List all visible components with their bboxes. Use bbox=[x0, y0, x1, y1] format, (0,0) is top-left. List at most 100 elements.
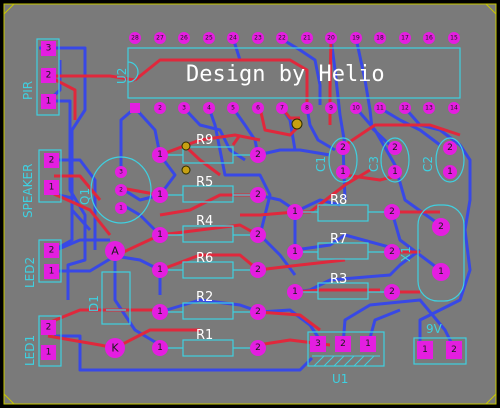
d1-cathode-label: K bbox=[111, 342, 119, 355]
pin-num-5: 5 bbox=[231, 105, 235, 112]
r8-num-1: 1 bbox=[292, 207, 298, 217]
r1-num-1: 1 bbox=[157, 343, 163, 353]
pin-num-12: 12 bbox=[401, 105, 409, 112]
via-3 bbox=[181, 165, 191, 175]
pin-num-23: 23 bbox=[254, 35, 262, 42]
design-title: Design by Helio bbox=[186, 62, 385, 87]
pin-num-11: 11 bbox=[376, 105, 384, 112]
q1-num-1: 1 bbox=[119, 205, 123, 212]
label-9v: 9V bbox=[426, 322, 443, 336]
x1-num-1: 1 bbox=[438, 267, 444, 277]
d1-anode-label: A bbox=[111, 245, 119, 258]
pin-num-13: 13 bbox=[425, 105, 433, 112]
pin-num-19: 19 bbox=[352, 35, 360, 42]
label-r3: R3 bbox=[330, 272, 347, 287]
label-x1: X1 bbox=[399, 246, 413, 262]
label-u2: U2 bbox=[115, 68, 129, 84]
r5-num-2: 2 bbox=[255, 190, 261, 200]
label-r8: R8 bbox=[330, 193, 347, 208]
pad-led2-2-num: 2 bbox=[49, 246, 55, 256]
pad-speaker-2-num: 2 bbox=[49, 156, 55, 166]
pin-num-10: 10 bbox=[352, 105, 360, 112]
r2-num-1: 1 bbox=[157, 307, 163, 317]
pin-num-26: 26 bbox=[180, 35, 188, 42]
pin-num-8: 8 bbox=[305, 105, 309, 112]
label-r4: R4 bbox=[196, 214, 213, 229]
u1-num-1: 1 bbox=[365, 339, 371, 349]
9v-num-2: 2 bbox=[451, 345, 457, 355]
r6-num-1: 1 bbox=[157, 265, 163, 275]
pad-led1-1-num: 1 bbox=[46, 348, 52, 358]
label-r5: R5 bbox=[196, 175, 213, 190]
r3-num-2: 2 bbox=[389, 287, 395, 297]
r7-num-2: 2 bbox=[389, 247, 395, 257]
pin-num-9: 9 bbox=[329, 105, 333, 112]
label-d1: D1 bbox=[87, 295, 101, 312]
pin-num-25: 25 bbox=[205, 35, 213, 42]
pad-u2-1 bbox=[130, 103, 140, 113]
pin-num-20: 20 bbox=[327, 35, 335, 42]
u1-num-3: 3 bbox=[315, 339, 321, 349]
u1-num-2: 2 bbox=[340, 339, 346, 349]
pin-num-6: 6 bbox=[256, 105, 260, 112]
pad-speaker-1-num: 1 bbox=[49, 183, 55, 193]
pin-num-2: 2 bbox=[158, 105, 162, 112]
pin-num-16: 16 bbox=[425, 35, 433, 42]
r4-num-1: 1 bbox=[157, 230, 163, 240]
label-c1: C1 bbox=[314, 156, 328, 172]
label-r9: R9 bbox=[196, 133, 213, 148]
r2-num-2: 2 bbox=[255, 307, 261, 317]
pin-num-24: 24 bbox=[229, 35, 237, 42]
q1-num-2: 2 bbox=[119, 187, 123, 194]
pcb-layout: PIR SPEAKER LED2 LED1 U2 Q1 D1 C1 C3 C2 … bbox=[3, 3, 497, 405]
label-led1: LED1 bbox=[23, 335, 37, 366]
r7-num-1: 1 bbox=[292, 247, 298, 257]
9v-num-1: 1 bbox=[422, 345, 428, 355]
c1-num-2: 2 bbox=[340, 143, 346, 153]
pin-num-3: 3 bbox=[182, 105, 186, 112]
label-led2: LED2 bbox=[23, 257, 37, 288]
r9-num-2: 2 bbox=[255, 150, 261, 160]
c2-num-2: 2 bbox=[447, 143, 453, 153]
r6-num-2: 2 bbox=[255, 265, 261, 275]
pin-num-28: 28 bbox=[131, 35, 139, 42]
pin-num-17: 17 bbox=[401, 35, 409, 42]
q1-num-3: 3 bbox=[119, 169, 123, 176]
via-2 bbox=[181, 141, 191, 151]
label-r1: R1 bbox=[196, 328, 213, 343]
pcb-canvas: PIR SPEAKER LED2 LED1 U2 Q1 D1 C1 C3 C2 … bbox=[0, 0, 500, 408]
label-r7: R7 bbox=[330, 232, 347, 247]
pin-num-18: 18 bbox=[376, 35, 384, 42]
pin-num-15: 15 bbox=[450, 35, 458, 42]
c1-num-1: 1 bbox=[340, 167, 346, 177]
label-c2: C2 bbox=[421, 156, 435, 172]
pad-led1-2-num: 2 bbox=[46, 323, 52, 333]
pad-pir-3-num: 3 bbox=[46, 44, 52, 54]
r1-num-2: 2 bbox=[255, 343, 261, 353]
c2-num-1: 1 bbox=[447, 167, 453, 177]
pad-pir-1-num: 1 bbox=[46, 97, 52, 107]
r8-num-2: 2 bbox=[389, 207, 395, 217]
pin-num-21: 21 bbox=[303, 35, 311, 42]
via-1 bbox=[291, 118, 303, 130]
pin-num-14: 14 bbox=[450, 105, 458, 112]
label-r6: R6 bbox=[196, 251, 213, 266]
c3-num-2: 2 bbox=[392, 143, 398, 153]
r3-num-1: 1 bbox=[292, 287, 298, 297]
label-u1: U1 bbox=[332, 372, 348, 386]
pin-num-4: 4 bbox=[207, 105, 211, 112]
x1-num-2: 2 bbox=[438, 222, 444, 232]
r9-num-1: 1 bbox=[157, 150, 163, 160]
c3-num-1: 1 bbox=[392, 167, 398, 177]
pad-led2-1-num: 1 bbox=[49, 267, 55, 277]
label-r2: R2 bbox=[196, 290, 213, 305]
label-speaker: SPEAKER bbox=[21, 164, 35, 218]
pin-num-7: 7 bbox=[280, 105, 284, 112]
r5-num-1: 1 bbox=[157, 190, 163, 200]
r4-num-2: 2 bbox=[255, 230, 261, 240]
label-q1: Q1 bbox=[78, 188, 92, 205]
pin-num-22: 22 bbox=[278, 35, 286, 42]
label-c3: C3 bbox=[367, 156, 381, 172]
pin-num-27: 27 bbox=[156, 35, 164, 42]
label-pir: PIR bbox=[21, 81, 35, 100]
